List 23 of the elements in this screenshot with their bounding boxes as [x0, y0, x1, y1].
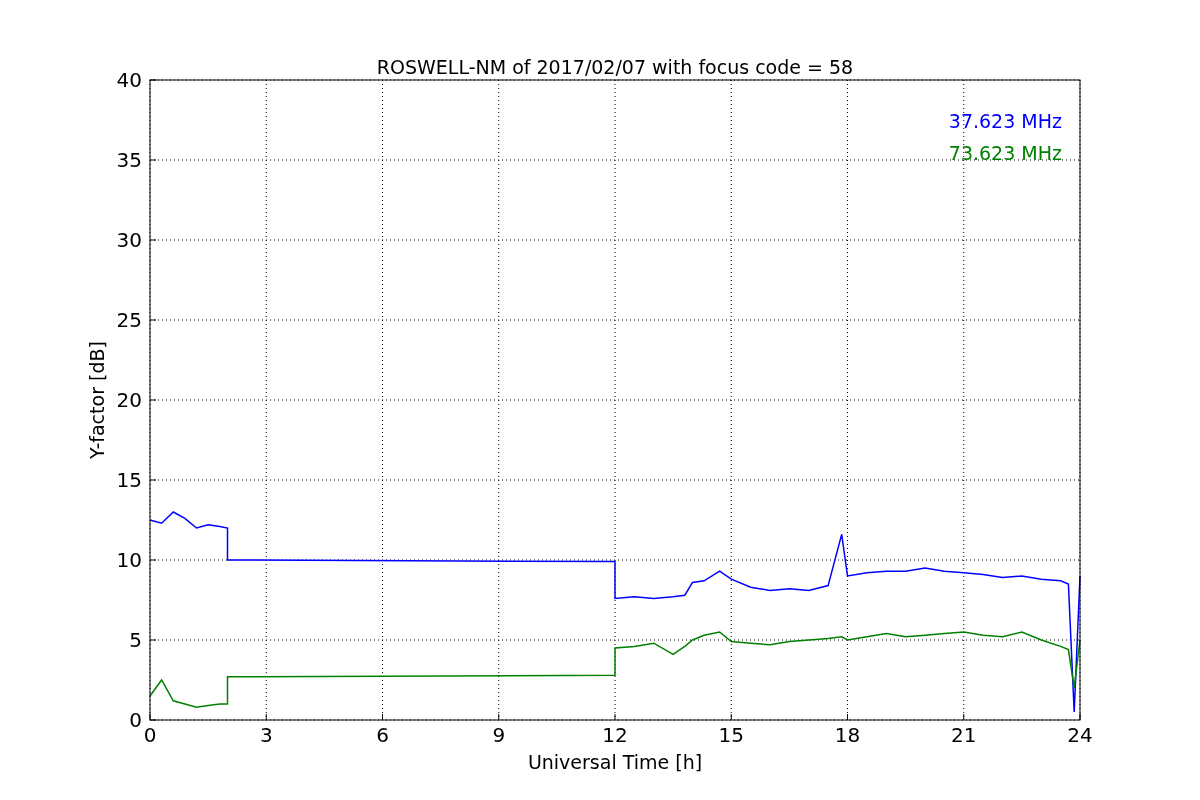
x-tick-label: 18	[834, 723, 861, 747]
y-tick-label: 0	[129, 708, 142, 732]
x-tick-label: 0	[143, 723, 157, 747]
y-tick-label: 35	[116, 148, 142, 172]
y-tick-label: 20	[116, 388, 142, 412]
x-tick-label: 24	[1067, 723, 1093, 747]
x-tick-label: 15	[718, 723, 744, 747]
y-axis-label: Y-factor [dB]	[86, 341, 108, 459]
y-tick-label: 40	[116, 68, 142, 92]
legend-label: 73.623 MHz	[948, 142, 1062, 164]
y-tick-label: 5	[129, 628, 142, 652]
legend-label: 37.623 MHz	[948, 110, 1062, 132]
y-tick-label: 25	[116, 308, 142, 332]
x-axis-label: Universal Time [h]	[527, 751, 703, 773]
y-tick-label: 15	[116, 468, 142, 492]
x-tick-label: 6	[376, 723, 389, 747]
x-tick-label: 3	[259, 723, 273, 747]
chart-title: ROSWELL-NM of 2017/02/07 with focus code = 58	[376, 56, 854, 78]
y-tick-label: 30	[116, 228, 142, 252]
y-tick-label: 10	[116, 548, 142, 572]
x-tick-label: 9	[492, 723, 506, 747]
x-tick-label: 12	[602, 723, 628, 747]
x-tick-label: 21	[951, 723, 977, 747]
